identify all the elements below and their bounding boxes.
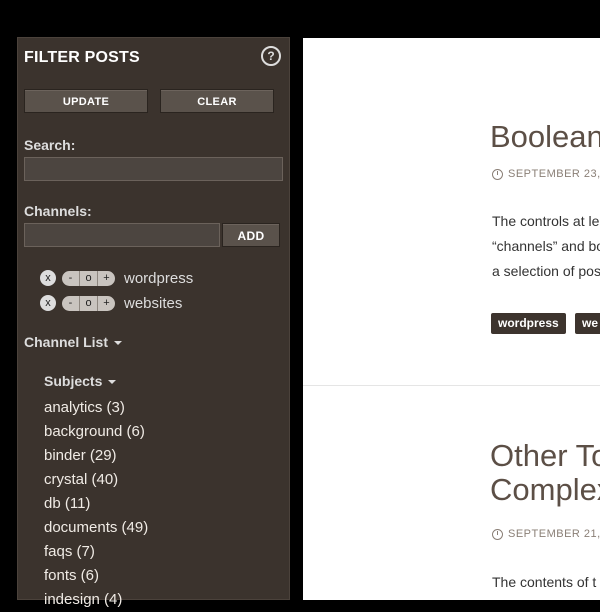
subject-item[interactable]: indesign (4) (44, 588, 148, 612)
clock-icon (492, 168, 503, 180)
subjects-label: Subjects (44, 373, 103, 389)
zero-button[interactable]: o (80, 270, 98, 286)
channels-label: Channels: (24, 203, 92, 219)
channel-list-dropdown[interactable]: Channel List (24, 334, 123, 350)
subject-item[interactable]: binder (29) (44, 444, 148, 468)
chevron-down-icon (108, 380, 117, 385)
channel-name: wordpress (124, 269, 194, 287)
subject-item[interactable]: analytics (3) (44, 396, 148, 420)
sidebar-title: FILTER POSTS (24, 49, 140, 66)
tag-wordpress[interactable]: wordpress (491, 313, 566, 334)
add-channel-button[interactable]: ADD (222, 223, 280, 247)
filter-sidebar: FILTER POSTS ? UPDATE CLEAR Search: Chan… (17, 37, 290, 608)
excerpt-line: The contents of t (492, 574, 597, 590)
subject-item[interactable]: background (6) (44, 420, 148, 444)
post-list: Boolean SEPTEMBER 23, 2 The controls at … (303, 38, 600, 600)
channel-row-websites: x - o + websites (40, 294, 182, 312)
subjects-dropdown[interactable]: Subjects (44, 373, 117, 389)
channel-weight-control: - o + (62, 295, 115, 311)
subjects-list: analytics (3) background (6) binder (29)… (44, 396, 148, 612)
search-label: Search: (24, 137, 76, 153)
update-button[interactable]: UPDATE (24, 89, 148, 113)
channel-list-label: Channel List (24, 334, 109, 350)
subject-item[interactable]: db (11) (44, 492, 148, 516)
excerpt-line: a selection of pos (492, 263, 600, 279)
excerpt-line: The controls at le (492, 213, 600, 229)
chevron-down-icon (114, 341, 123, 346)
channels-input[interactable] (24, 223, 220, 247)
minus-button[interactable]: - (62, 295, 80, 311)
plus-button[interactable]: + (98, 271, 115, 286)
post-date: SEPTEMBER 21, 2 (492, 528, 600, 540)
post-title[interactable]: Other To Complex (490, 439, 600, 507)
subject-item[interactable]: crystal (40) (44, 468, 148, 492)
post-title[interactable]: Boolean (490, 120, 600, 154)
subject-item[interactable]: documents (49) (44, 516, 148, 540)
zero-button[interactable]: o (80, 295, 98, 311)
tag-websites[interactable]: we (575, 313, 600, 334)
plus-button[interactable]: + (98, 296, 115, 311)
post-excerpt: The contents of t (492, 570, 596, 595)
search-input[interactable] (24, 157, 283, 181)
excerpt-line: “channels” and bo (492, 238, 600, 254)
remove-channel-icon[interactable]: x (40, 270, 56, 286)
post-title-line: Other To (490, 438, 600, 473)
minus-button[interactable]: - (62, 270, 80, 286)
post-date-text: SEPTEMBER 23, 2 (508, 168, 600, 180)
post-date-text: SEPTEMBER 21, 2 (508, 528, 600, 540)
channel-name: websites (124, 294, 183, 312)
clear-button[interactable]: CLEAR (160, 89, 274, 113)
post-divider (303, 385, 600, 386)
post-title-line: Complex (490, 472, 600, 507)
subject-item[interactable]: fonts (6) (44, 564, 148, 588)
remove-channel-icon[interactable]: x (40, 295, 56, 311)
post-date: SEPTEMBER 23, 2 (492, 168, 600, 180)
subject-item[interactable]: faqs (7) (44, 540, 148, 564)
channel-row-wordpress: x - o + wordpress (40, 269, 193, 287)
post-excerpt: The controls at le “channels” and bo a s… (492, 209, 600, 284)
help-icon[interactable]: ? (261, 46, 281, 66)
clock-icon (492, 528, 503, 540)
channel-weight-control: - o + (62, 270, 115, 286)
